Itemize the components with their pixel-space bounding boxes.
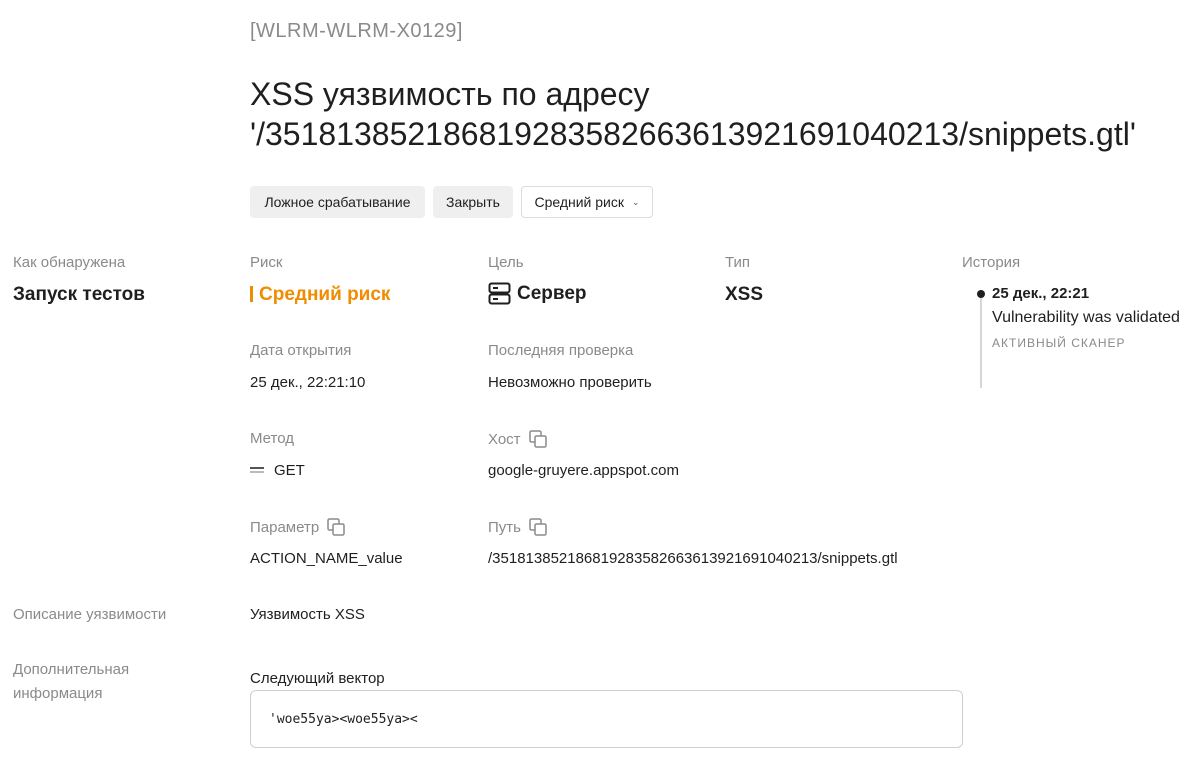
risk-label: Риск xyxy=(250,254,283,271)
opened-label: Дата открытия xyxy=(250,342,352,359)
additional-label-line1: Дополнительная xyxy=(13,661,130,678)
close-label: Закрыть xyxy=(446,194,500,210)
last-check-value: Невозможно проверить xyxy=(488,374,652,391)
method-label: Метод xyxy=(250,430,294,447)
vector-value: 'woe55ya><woe55ya>< xyxy=(269,711,418,727)
additional-label-line2: информация xyxy=(13,685,103,702)
path-label-container: Путь xyxy=(488,518,547,536)
copy-icon[interactable] xyxy=(327,518,346,536)
risk-value-container: Средний риск xyxy=(250,284,390,306)
timeline-line xyxy=(980,298,982,388)
additional-label: Дополнительная информация xyxy=(13,658,129,706)
type-label: Тип xyxy=(725,254,751,271)
param-label-container: Параметр xyxy=(250,518,346,536)
host-label-container: Хост xyxy=(488,430,547,448)
risk-dropdown-label: Средний риск xyxy=(534,194,624,210)
server-icon xyxy=(488,282,511,305)
close-button[interactable]: Закрыть xyxy=(433,186,513,218)
history-event-text: Vulnerability was validated xyxy=(992,309,1180,326)
issue-id: [WLRM-WLRM-X0129] xyxy=(250,20,463,42)
copy-icon[interactable] xyxy=(528,430,547,448)
method-value-container: GET xyxy=(250,462,305,479)
issue-title: XSS уязвимость по адресу '/3518138521868… xyxy=(250,76,1136,152)
opened-value: 25 дек., 22:21:10 xyxy=(250,374,366,391)
param-value: ACTION_NAME_value xyxy=(250,550,403,567)
timeline-dot xyxy=(977,290,985,298)
false-positive-label: Ложное срабатывание xyxy=(264,194,411,210)
vector-code-box[interactable]: 'woe55ya><woe55ya>< xyxy=(250,690,963,748)
copy-icon[interactable] xyxy=(529,518,547,536)
risk-indicator-bar xyxy=(250,286,253,302)
last-check-label: Последняя проверка xyxy=(488,342,634,359)
target-value: Сервер xyxy=(517,282,587,304)
target-label: Цель xyxy=(488,254,524,271)
risk-value: Средний риск xyxy=(259,284,391,305)
history-label: История xyxy=(962,254,1021,271)
method-icon xyxy=(250,463,264,473)
path-label: Путь xyxy=(488,519,521,536)
chevron-down-icon: ⌄ xyxy=(632,196,640,207)
description-label: Описание уязвимости xyxy=(13,606,167,623)
param-label: Параметр xyxy=(250,519,320,536)
history-event-source: АКТИВНЫЙ СКАНЕР xyxy=(992,336,1126,350)
description-value: Уязвимость XSS xyxy=(250,606,365,623)
host-label: Хост xyxy=(488,431,521,448)
detected-value: Запуск тестов xyxy=(13,284,145,305)
path-value: /351813852186819283582663613921691040213… xyxy=(488,550,898,567)
method-value: GET xyxy=(274,462,305,479)
target-value-container: Сервер xyxy=(488,282,587,305)
risk-dropdown[interactable]: Средний риск ⌄ xyxy=(521,186,653,218)
type-value: XSS xyxy=(725,284,764,305)
vector-label: Следующий вектор xyxy=(250,670,385,687)
history-event-time: 25 дек., 22:21 xyxy=(992,285,1090,302)
false-positive-button[interactable]: Ложное срабатывание xyxy=(250,186,425,218)
detected-label: Как обнаружена xyxy=(13,254,126,271)
host-value: google-gruyere.appspot.com xyxy=(488,462,679,479)
